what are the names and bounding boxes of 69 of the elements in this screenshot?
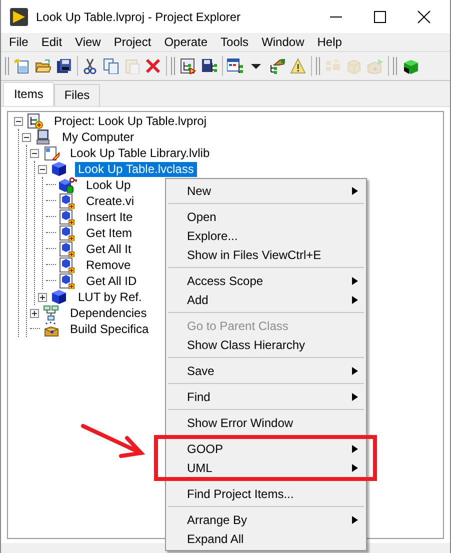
menu-item[interactable]: Access Scope	[166, 271, 366, 290]
collapse-icon[interactable]	[30, 148, 39, 158]
new-icon[interactable]	[14, 58, 30, 74]
menu-item[interactable]: Find	[166, 387, 366, 406]
vi-icon	[59, 225, 77, 241]
tab[interactable]: Files	[54, 84, 100, 106]
menu-item[interactable]: Operate	[158, 34, 215, 50]
menu-item[interactable]: Show Class Hierarchy	[166, 335, 366, 354]
menu-item[interactable]: Explore...	[166, 226, 366, 245]
cut-icon[interactable]	[82, 58, 98, 74]
tree-item[interactable]: Get Item	[83, 226, 136, 240]
tree-item[interactable]: Get All ID	[83, 274, 140, 288]
tree-item[interactable]: Look Up Table.lvclass	[75, 162, 197, 176]
library-icon	[43, 145, 61, 161]
tree-item[interactable]: LUT by Ref.	[75, 290, 145, 304]
tab[interactable]: Items	[3, 82, 54, 106]
vi-icon	[59, 273, 77, 289]
warning-icon[interactable]	[290, 58, 306, 74]
tree-item[interactable]: Get All It	[83, 242, 134, 256]
menu-item[interactable]: Help	[311, 34, 349, 50]
menu-item[interactable]: View	[69, 34, 108, 50]
close-icon[interactable]	[416, 8, 432, 24]
collapse-icon[interactable]	[38, 164, 47, 174]
vi-icon	[59, 209, 77, 225]
menu-item[interactable]: Add	[166, 290, 366, 309]
open-icon[interactable]	[35, 58, 51, 74]
menu-item[interactable]: Arrange By	[166, 510, 366, 529]
maximize-icon[interactable]	[372, 8, 388, 24]
class-icon	[51, 161, 69, 177]
dependencies-icon	[43, 305, 61, 321]
class-icon	[51, 289, 69, 305]
tree-item[interactable]: Remove	[83, 258, 134, 272]
menu-item[interactable]: New	[166, 181, 366, 200]
tree-item[interactable]: Insert Ite	[83, 210, 136, 224]
project-icon	[27, 113, 45, 129]
menu-item[interactable]: Find Project Items...	[166, 484, 366, 503]
tree-item[interactable]: Build Specifica	[67, 322, 152, 336]
menu-item[interactable]: Window	[256, 34, 312, 50]
tree-item[interactable]: Create.vi	[83, 194, 138, 208]
vi-icon	[59, 241, 77, 257]
vi-icon	[59, 257, 77, 273]
window-title: Look Up Table.lvproj - Project Explorer	[36, 10, 242, 24]
collapse-icon[interactable]	[22, 132, 31, 142]
app-icon	[10, 8, 28, 26]
tree-item[interactable]: Project: Look Up Table.lvproj	[51, 114, 210, 128]
menu-item[interactable]: Expand All	[166, 529, 366, 548]
view-icon[interactable]	[227, 58, 243, 74]
menu-item[interactable]: Project	[108, 34, 158, 50]
vi-icon	[59, 193, 77, 209]
tree-item[interactable]: Dependencies	[67, 306, 150, 320]
menu-item[interactable]: UML	[166, 458, 366, 477]
menu-item[interactable]: Show in Files ViewCtrl+E	[166, 245, 366, 264]
menu-item[interactable]: Edit	[35, 34, 70, 50]
menu-item[interactable]: Show Error Window	[166, 413, 366, 432]
delete-icon[interactable]	[145, 58, 161, 74]
menu-item[interactable]: Open	[166, 207, 366, 226]
collapse-icon[interactable]	[14, 116, 23, 126]
expand-icon[interactable]	[30, 308, 39, 318]
tree-item[interactable]: My Computer	[59, 130, 138, 144]
cube-icon[interactable]	[402, 58, 418, 74]
copy-icon[interactable]	[103, 58, 119, 74]
tree-item[interactable]: Look Up Table Library.lvlib	[67, 146, 213, 160]
menu-item[interactable]: File	[3, 34, 36, 50]
menu-item[interactable]: Tools	[214, 34, 256, 50]
menu-item[interactable]: Save	[166, 361, 366, 380]
expand-icon[interactable]	[38, 292, 47, 302]
menu-item[interactable]: GOOP	[166, 439, 366, 458]
save-all-icon[interactable]	[56, 58, 72, 74]
tree-item[interactable]: Look Up	[83, 178, 134, 192]
